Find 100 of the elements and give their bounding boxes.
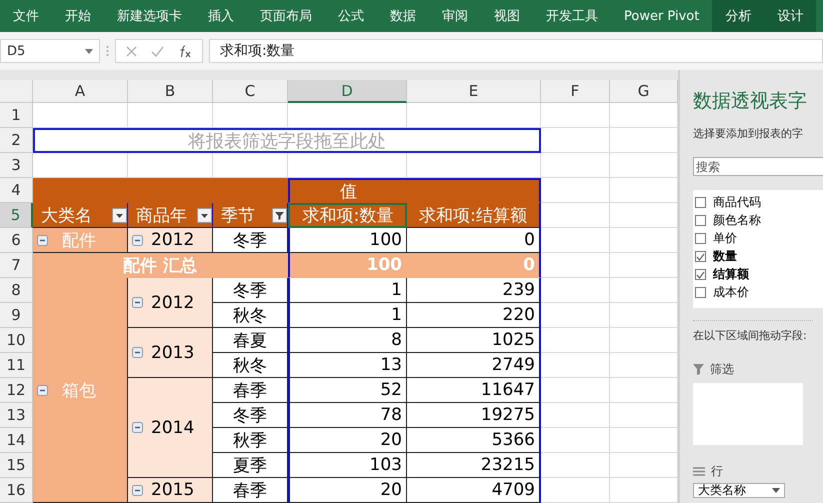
ribbon-tab[interactable]: 页面布局 xyxy=(247,0,325,32)
row-header[interactable]: 9 xyxy=(0,303,33,328)
column-header[interactable]: C xyxy=(213,80,288,103)
row-header[interactable]: 8 xyxy=(0,278,33,303)
field-header-label: 求和项:结算额 xyxy=(419,204,527,226)
column-header[interactable]: A xyxy=(33,80,128,103)
year-label: 2013 xyxy=(151,342,194,362)
ribbon-tab[interactable]: 新建选项卡 xyxy=(104,0,195,32)
season-cell: 秋季 xyxy=(213,428,288,453)
amount-cell: 239 xyxy=(407,278,541,303)
ribbon-tab[interactable]: Power Pivot xyxy=(611,0,712,32)
checkbox[interactable] xyxy=(695,251,706,262)
field-header[interactable]: 季节 xyxy=(213,203,288,228)
field-header[interactable]: 求和项:数量 xyxy=(288,203,407,228)
field-label[interactable]: 成本价 xyxy=(713,284,749,301)
row-header[interactable]: 16 xyxy=(0,478,33,503)
amount-cell: 23215 xyxy=(407,453,541,478)
collapse-icon[interactable] xyxy=(132,422,143,433)
amount-cell: 220 xyxy=(407,303,541,328)
ribbon-tab[interactable]: 分析 xyxy=(712,0,764,32)
ribbon-tab[interactable]: 审阅 xyxy=(429,0,481,32)
formula-field[interactable]: 求和项:数量 xyxy=(209,39,823,63)
collapse-icon[interactable] xyxy=(37,384,48,396)
grip-icon xyxy=(106,45,109,57)
search-field[interactable]: 搜索 xyxy=(693,157,823,176)
grid-cell xyxy=(541,278,610,303)
ribbon-tab[interactable]: 开始 xyxy=(52,0,104,32)
grid-cell xyxy=(541,478,610,503)
column-header[interactable]: G xyxy=(610,80,678,103)
chip-label: 大类名称 xyxy=(698,484,746,497)
collapse-icon[interactable] xyxy=(132,347,143,358)
field-label[interactable]: 单价 xyxy=(713,230,737,247)
row-header[interactable]: 5 xyxy=(0,203,33,228)
column-header[interactable]: D xyxy=(288,80,407,103)
dropdown-button-icon[interactable] xyxy=(112,208,127,222)
column-header[interactable]: F xyxy=(541,80,610,103)
collapse-icon[interactable] xyxy=(132,484,143,496)
collapse-icon[interactable] xyxy=(132,234,143,246)
year-label: 2014 xyxy=(151,418,194,438)
field-label[interactable]: 商品代码 xyxy=(713,194,761,211)
checkbox[interactable] xyxy=(695,233,706,244)
ribbon-tab[interactable]: 开发工具 xyxy=(533,0,611,32)
checkbox[interactable] xyxy=(695,269,706,280)
row-header[interactable]: 4 xyxy=(0,178,33,203)
collapse-icon[interactable] xyxy=(132,297,143,308)
checkbox[interactable] xyxy=(695,215,706,226)
row-header[interactable]: 3 xyxy=(0,153,33,178)
row-header[interactable]: 2 xyxy=(0,128,33,153)
row-header[interactable]: 12 xyxy=(0,378,33,403)
collapse-icon[interactable] xyxy=(37,234,48,246)
season-cell: 冬季 xyxy=(213,278,288,303)
row-header[interactable]: 14 xyxy=(0,428,33,453)
column-header[interactable]: E xyxy=(407,80,541,103)
filter-button-icon[interactable] xyxy=(272,208,287,222)
field-label[interactable]: 结算额 xyxy=(713,266,749,283)
field-header[interactable]: 商品年 xyxy=(128,203,213,228)
grid-cell xyxy=(541,328,610,353)
field-header-label: 商品年 xyxy=(136,204,188,226)
grid-cell xyxy=(541,253,610,278)
field-header[interactable]: 大类名 xyxy=(33,203,128,228)
checkbox[interactable] xyxy=(695,287,706,298)
function-icon[interactable] xyxy=(178,44,192,58)
quantity-cell: 52 xyxy=(288,378,407,403)
ribbon-tab[interactable]: 插入 xyxy=(195,0,247,32)
grid-cell xyxy=(541,178,610,203)
ribbon-tab[interactable]: 视图 xyxy=(481,0,533,32)
field-header[interactable]: 求和项:结算额 xyxy=(407,203,541,228)
row-header[interactable]: 15 xyxy=(0,453,33,478)
amount-cell: 19275 xyxy=(407,403,541,428)
row-header[interactable]: 6 xyxy=(0,228,33,253)
pane-subtitle: 选择要添加到报表的字 xyxy=(693,126,804,141)
grid-cell xyxy=(541,228,610,253)
grid-cell xyxy=(541,153,610,178)
ribbon-tab[interactable]: 设计 xyxy=(764,0,816,32)
season-cell: 春季 xyxy=(213,478,288,503)
row-header[interactable]: 7 xyxy=(0,253,33,278)
grid-cell xyxy=(541,353,610,378)
quantity-cell: 13 xyxy=(288,353,407,378)
season-cell: 夏季 xyxy=(213,453,288,478)
row-header[interactable]: 13 xyxy=(0,403,33,428)
field-chip[interactable]: 大类名称 xyxy=(693,483,785,498)
ribbon-tab[interactable]: 公式 xyxy=(325,0,377,32)
field-label[interactable]: 数量 xyxy=(713,248,737,265)
season-cell: 秋冬 xyxy=(213,353,288,378)
season-cell: 秋冬 xyxy=(213,303,288,328)
dropdown-caret-icon[interactable] xyxy=(85,48,93,54)
checkbox[interactable] xyxy=(695,197,706,208)
name-box[interactable]: D5 xyxy=(0,39,100,63)
grid-cell xyxy=(541,378,610,403)
dropdown-button-icon[interactable] xyxy=(197,208,212,222)
row-header[interactable]: 10 xyxy=(0,328,33,353)
row-header[interactable]: 1 xyxy=(0,103,33,128)
field-label[interactable]: 颜色名称 xyxy=(713,212,761,229)
check-icon[interactable] xyxy=(151,46,164,56)
column-header[interactable]: B xyxy=(128,80,213,103)
ribbon-tab[interactable]: 数据 xyxy=(377,0,429,32)
ribbon-tab[interactable]: 文件 xyxy=(0,0,52,32)
area-label: 行 xyxy=(711,463,723,480)
row-header[interactable]: 11 xyxy=(0,353,33,378)
dropdown-caret-icon[interactable] xyxy=(772,488,780,493)
